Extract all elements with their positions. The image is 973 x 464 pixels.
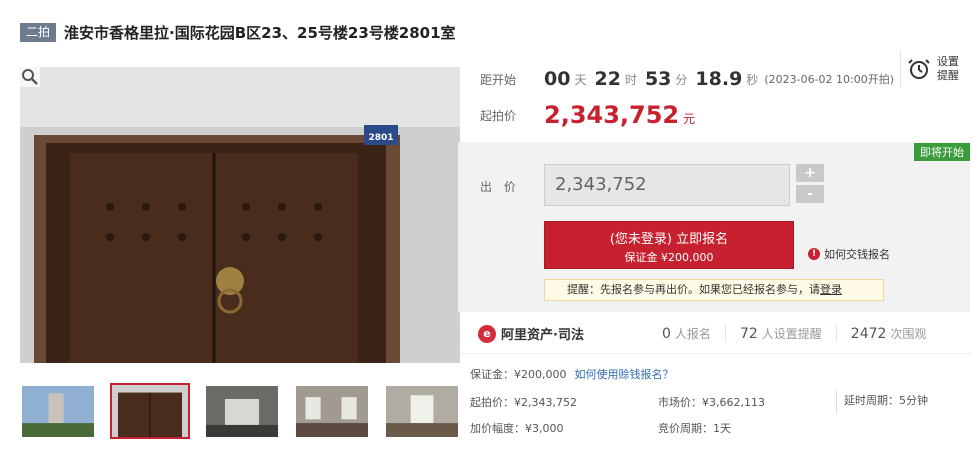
reminder-label-line2: 提醒 xyxy=(937,69,959,82)
thumbnail-door[interactable] xyxy=(110,383,190,439)
thumbnail-interior-3[interactable] xyxy=(384,384,460,439)
door-number-plate: 2801 xyxy=(368,133,393,143)
detail-start-price: 起拍价：¥2,343,752 xyxy=(470,396,577,409)
view-count: 2472 次围观 xyxy=(835,325,941,342)
countdown-minutes: 53 xyxy=(644,68,672,90)
thumbnail-interior-1[interactable] xyxy=(204,384,280,439)
reminder-count-value: 72 xyxy=(739,326,758,342)
payment-help-label: 如何交钱报名 xyxy=(824,248,890,261)
detail-market-price: 市场价：¥3,662,113 xyxy=(658,396,765,409)
signup-deposit-label: 保证金 ¥200,000 xyxy=(624,251,714,264)
thumbnail-interior-2[interactable] xyxy=(294,384,370,439)
countdown-label: 距开始 xyxy=(480,72,517,87)
main-photo[interactable]: 2801 xyxy=(20,67,460,363)
countdown-minutes-unit: 分 xyxy=(675,72,688,87)
countdown-hours: 22 xyxy=(594,68,621,90)
bid-label: 出 价 xyxy=(480,180,520,194)
countdown-days: 00 xyxy=(544,68,571,90)
countdown-seconds-unit: 秒 xyxy=(746,72,759,87)
brand-logo: e 阿里资产·司法 xyxy=(478,324,648,343)
signup-count-value: 0 xyxy=(662,326,671,342)
view-count-label: 次围观 xyxy=(890,327,927,341)
zoom-icon[interactable] xyxy=(20,67,40,87)
deposit-label: 保证金：¥200,000 xyxy=(470,368,567,381)
brand-name: 阿里资产·司法 xyxy=(501,328,584,343)
page-title: 淮安市香格里拉·国际花园B区23、25号楼23号楼2801室 xyxy=(64,23,456,42)
login-link[interactable]: 登录 xyxy=(820,283,842,296)
reminder-count: 72 人设置提醒 xyxy=(724,325,836,342)
signup-count: 0 人报名 xyxy=(648,325,725,342)
start-price-row: 起拍价 2,343,752 元 xyxy=(460,95,695,135)
bid-amount-field[interactable]: 2,343,752 xyxy=(544,164,790,206)
auction-round-badge: 二拍 xyxy=(20,22,57,42)
detail-bid-cycle: 竞价周期：1天 xyxy=(658,422,731,435)
signup-button[interactable]: (您未登录) 立即报名 保证金 ¥200,000 xyxy=(544,221,794,269)
decrease-bid-button[interactable]: - xyxy=(796,185,824,203)
login-tip-text: 提醒：先报名参与再出价。如果您已经报名参与，请 xyxy=(567,283,820,296)
info-icon: ! xyxy=(808,248,820,260)
start-price-value: 2,343,752 xyxy=(544,101,680,129)
signup-button-label: (您未登录) 立即报名 xyxy=(609,232,729,247)
thumbnail-exterior[interactable] xyxy=(20,384,96,439)
stats-row: e 阿里资产·司法 0 人报名 72 人设置提醒 2472 次围观 xyxy=(460,314,972,354)
start-price-label: 起拍价 xyxy=(480,108,517,123)
increase-bid-button[interactable]: + xyxy=(796,164,824,182)
bid-panel: 即将开始 出 价 2,343,752 + - (您未登录) 立即报名 保证金 ¥… xyxy=(458,142,970,312)
payment-help-link[interactable]: ! 如何交钱报名 xyxy=(808,246,890,262)
reminder-count-label: 人设置提醒 xyxy=(761,327,822,341)
set-reminder-button[interactable]: 设置 提醒 xyxy=(900,50,972,88)
detail-divider xyxy=(836,390,837,414)
countdown-hours-unit: 时 xyxy=(624,72,637,87)
ali-asset-icon: e xyxy=(478,324,496,343)
detail-increment: 加价幅度：¥3,000 xyxy=(470,422,564,435)
status-badge: 即将开始 xyxy=(914,143,970,161)
thumbnail-strip xyxy=(20,383,474,439)
alarm-clock-icon xyxy=(908,59,930,79)
countdown-seconds: 18.9 xyxy=(695,68,743,90)
page-header: 二拍 淮安市香格里拉·国际花园B区23、25号楼23号楼2801室 xyxy=(20,22,456,42)
detail-delay-cycle: 延时周期：5分钟 xyxy=(844,394,928,407)
start-price-unit: 元 xyxy=(683,111,696,126)
view-count-value: 2472 xyxy=(850,326,887,342)
countdown-row: 距开始 00 天 22 时 53 分 18.9 秒 (2023-06-02 10… xyxy=(460,50,972,100)
countdown-days-unit: 天 xyxy=(574,72,587,87)
login-tip: 提醒：先报名参与再出价。如果您已经报名参与，请登录 xyxy=(544,279,884,301)
credit-signup-help-link[interactable]: 如何使用赊钱报名？ xyxy=(575,368,674,381)
countdown-start-time: (2023-06-02 10:00开拍) xyxy=(764,73,895,86)
deposit-row: 保证金：¥200,000 如何使用赊钱报名？ xyxy=(470,366,674,382)
signup-count-label: 人报名 xyxy=(674,327,711,341)
reminder-label-line1: 设置 xyxy=(937,55,959,68)
